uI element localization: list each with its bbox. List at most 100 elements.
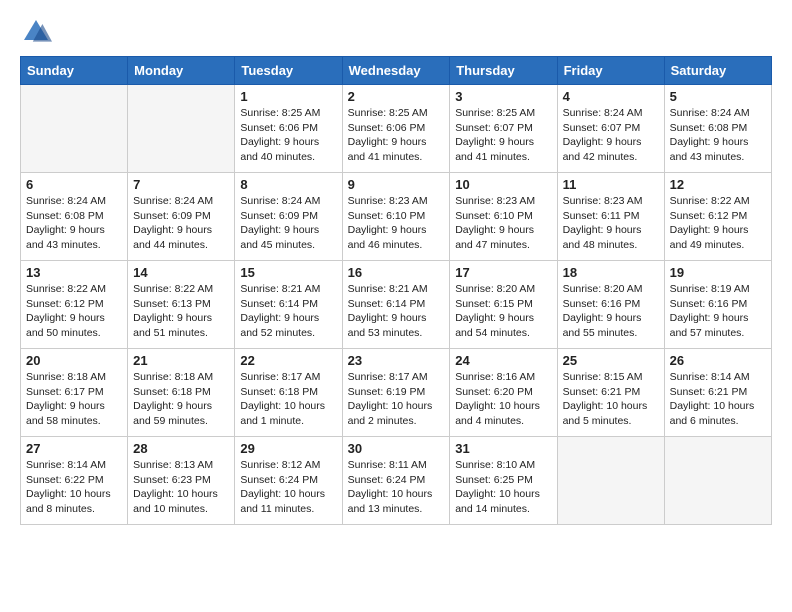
calendar-cell: 26 Sunrise: 8:14 AM Sunset: 6:21 PM Dayli… — [664, 349, 771, 437]
calendar-cell: 5 Sunrise: 8:24 AM Sunset: 6:08 PM Daylig… — [664, 85, 771, 173]
day-info: Sunrise: 8:18 AM Sunset: 6:18 PM Dayligh… — [133, 370, 229, 429]
calendar-cell: 25 Sunrise: 8:15 AM Sunset: 6:21 PM Dayli… — [557, 349, 664, 437]
day-info: Sunrise: 8:17 AM Sunset: 6:18 PM Dayligh… — [240, 370, 336, 429]
day-number: 17 — [455, 265, 551, 280]
day-number: 30 — [348, 441, 445, 456]
logo — [20, 16, 56, 48]
day-info: Sunrise: 8:20 AM Sunset: 6:15 PM Dayligh… — [455, 282, 551, 341]
calendar-cell: 10 Sunrise: 8:23 AM Sunset: 6:10 PM Dayli… — [450, 173, 557, 261]
calendar-cell: 6 Sunrise: 8:24 AM Sunset: 6:08 PM Daylig… — [21, 173, 128, 261]
day-number: 3 — [455, 89, 551, 104]
day-info: Sunrise: 8:22 AM Sunset: 6:12 PM Dayligh… — [26, 282, 122, 341]
week-row-3: 13 Sunrise: 8:22 AM Sunset: 6:12 PM Dayli… — [21, 261, 772, 349]
day-number: 25 — [563, 353, 659, 368]
day-info: Sunrise: 8:25 AM Sunset: 6:06 PM Dayligh… — [348, 106, 445, 165]
day-number: 2 — [348, 89, 445, 104]
calendar-cell: 24 Sunrise: 8:16 AM Sunset: 6:20 PM Dayli… — [450, 349, 557, 437]
calendar-cell: 20 Sunrise: 8:18 AM Sunset: 6:17 PM Dayli… — [21, 349, 128, 437]
day-info: Sunrise: 8:21 AM Sunset: 6:14 PM Dayligh… — [240, 282, 336, 341]
calendar-cell: 3 Sunrise: 8:25 AM Sunset: 6:07 PM Daylig… — [450, 85, 557, 173]
day-number: 19 — [670, 265, 766, 280]
calendar-cell: 30 Sunrise: 8:11 AM Sunset: 6:24 PM Dayli… — [342, 437, 450, 525]
calendar-cell: 28 Sunrise: 8:13 AM Sunset: 6:23 PM Dayli… — [128, 437, 235, 525]
day-number: 31 — [455, 441, 551, 456]
day-info: Sunrise: 8:20 AM Sunset: 6:16 PM Dayligh… — [563, 282, 659, 341]
day-info: Sunrise: 8:23 AM Sunset: 6:11 PM Dayligh… — [563, 194, 659, 253]
calendar-cell: 13 Sunrise: 8:22 AM Sunset: 6:12 PM Dayli… — [21, 261, 128, 349]
day-info: Sunrise: 8:23 AM Sunset: 6:10 PM Dayligh… — [455, 194, 551, 253]
week-row-1: 1Sunrise: 8:25 AM Sunset: 6:06 PM Daylig… — [21, 85, 772, 173]
calendar-cell: 2 Sunrise: 8:25 AM Sunset: 6:06 PM Daylig… — [342, 85, 450, 173]
calendar-table: SundayMondayTuesdayWednesdayThursdayFrid… — [20, 56, 772, 525]
day-info: Sunrise: 8:23 AM Sunset: 6:10 PM Dayligh… — [348, 194, 445, 253]
logo-icon — [20, 16, 52, 48]
day-info: Sunrise: 8:24 AM Sunset: 6:07 PM Dayligh… — [563, 106, 659, 165]
calendar-cell: 1Sunrise: 8:25 AM Sunset: 6:06 PM Daylig… — [235, 85, 342, 173]
day-info: Sunrise: 8:13 AM Sunset: 6:23 PM Dayligh… — [133, 458, 229, 517]
calendar-cell: 31 Sunrise: 8:10 AM Sunset: 6:25 PM Dayli… — [450, 437, 557, 525]
calendar-cell: 27Sunrise: 8:14 AM Sunset: 6:22 PM Dayli… — [21, 437, 128, 525]
calendar-cell: 14Sunrise: 8:22 AM Sunset: 6:13 PM Dayli… — [128, 261, 235, 349]
day-number: 9 — [348, 177, 445, 192]
calendar-header-row: SundayMondayTuesdayWednesdayThursdayFrid… — [21, 57, 772, 85]
day-number: 6 — [26, 177, 122, 192]
day-info: Sunrise: 8:24 AM Sunset: 6:09 PM Dayligh… — [240, 194, 336, 253]
day-info: Sunrise: 8:25 AM Sunset: 6:07 PM Dayligh… — [455, 106, 551, 165]
day-header-thursday: Thursday — [450, 57, 557, 85]
calendar-cell: 29 Sunrise: 8:12 AM Sunset: 6:24 PM Dayli… — [235, 437, 342, 525]
week-row-5: 27Sunrise: 8:14 AM Sunset: 6:22 PM Dayli… — [21, 437, 772, 525]
calendar-cell: 19 Sunrise: 8:19 AM Sunset: 6:16 PM Dayli… — [664, 261, 771, 349]
day-info: Sunrise: 8:15 AM Sunset: 6:21 PM Dayligh… — [563, 370, 659, 429]
calendar-cell: 7Sunrise: 8:24 AM Sunset: 6:09 PM Daylig… — [128, 173, 235, 261]
day-number: 5 — [670, 89, 766, 104]
day-number: 11 — [563, 177, 659, 192]
calendar-cell: 17 Sunrise: 8:20 AM Sunset: 6:15 PM Dayli… — [450, 261, 557, 349]
day-header-friday: Friday — [557, 57, 664, 85]
calendar-cell — [21, 85, 128, 173]
day-info: Sunrise: 8:10 AM Sunset: 6:25 PM Dayligh… — [455, 458, 551, 517]
day-number: 15 — [240, 265, 336, 280]
day-number: 13 — [26, 265, 122, 280]
day-info: Sunrise: 8:19 AM Sunset: 6:16 PM Dayligh… — [670, 282, 766, 341]
day-number: 4 — [563, 89, 659, 104]
calendar-cell: 11 Sunrise: 8:23 AM Sunset: 6:11 PM Dayli… — [557, 173, 664, 261]
day-info: Sunrise: 8:24 AM Sunset: 6:09 PM Dayligh… — [133, 194, 229, 253]
day-number: 28 — [133, 441, 229, 456]
day-info: Sunrise: 8:21 AM Sunset: 6:14 PM Dayligh… — [348, 282, 445, 341]
calendar-cell: 15 Sunrise: 8:21 AM Sunset: 6:14 PM Dayli… — [235, 261, 342, 349]
day-number: 12 — [670, 177, 766, 192]
day-info: Sunrise: 8:22 AM Sunset: 6:13 PM Dayligh… — [133, 282, 229, 341]
day-number: 18 — [563, 265, 659, 280]
calendar-cell: 12Sunrise: 8:22 AM Sunset: 6:12 PM Dayli… — [664, 173, 771, 261]
calendar-cell: 21 Sunrise: 8:18 AM Sunset: 6:18 PM Dayli… — [128, 349, 235, 437]
day-number: 10 — [455, 177, 551, 192]
day-info: Sunrise: 8:14 AM Sunset: 6:22 PM Dayligh… — [26, 458, 122, 517]
day-number: 26 — [670, 353, 766, 368]
day-info: Sunrise: 8:12 AM Sunset: 6:24 PM Dayligh… — [240, 458, 336, 517]
calendar-cell: 23Sunrise: 8:17 AM Sunset: 6:19 PM Dayli… — [342, 349, 450, 437]
day-number: 22 — [240, 353, 336, 368]
calendar-cell — [664, 437, 771, 525]
calendar-cell: 22 Sunrise: 8:17 AM Sunset: 6:18 PM Dayli… — [235, 349, 342, 437]
day-number: 29 — [240, 441, 336, 456]
calendar-cell: 18 Sunrise: 8:20 AM Sunset: 6:16 PM Dayli… — [557, 261, 664, 349]
day-number: 20 — [26, 353, 122, 368]
calendar-cell: 4 Sunrise: 8:24 AM Sunset: 6:07 PM Daylig… — [557, 85, 664, 173]
week-row-4: 20 Sunrise: 8:18 AM Sunset: 6:17 PM Dayli… — [21, 349, 772, 437]
day-info: Sunrise: 8:16 AM Sunset: 6:20 PM Dayligh… — [455, 370, 551, 429]
day-info: Sunrise: 8:18 AM Sunset: 6:17 PM Dayligh… — [26, 370, 122, 429]
calendar-cell: 8Sunrise: 8:24 AM Sunset: 6:09 PM Daylig… — [235, 173, 342, 261]
day-info: Sunrise: 8:24 AM Sunset: 6:08 PM Dayligh… — [26, 194, 122, 253]
page-header — [20, 16, 772, 48]
day-info: Sunrise: 8:17 AM Sunset: 6:19 PM Dayligh… — [348, 370, 445, 429]
day-info: Sunrise: 8:11 AM Sunset: 6:24 PM Dayligh… — [348, 458, 445, 517]
day-info: Sunrise: 8:14 AM Sunset: 6:21 PM Dayligh… — [670, 370, 766, 429]
day-header-wednesday: Wednesday — [342, 57, 450, 85]
calendar-cell: 9 Sunrise: 8:23 AM Sunset: 6:10 PM Daylig… — [342, 173, 450, 261]
day-info: Sunrise: 8:25 AM Sunset: 6:06 PM Dayligh… — [240, 106, 336, 165]
calendar-cell — [128, 85, 235, 173]
calendar-cell — [557, 437, 664, 525]
day-number: 21 — [133, 353, 229, 368]
day-info: Sunrise: 8:24 AM Sunset: 6:08 PM Dayligh… — [670, 106, 766, 165]
day-number: 24 — [455, 353, 551, 368]
